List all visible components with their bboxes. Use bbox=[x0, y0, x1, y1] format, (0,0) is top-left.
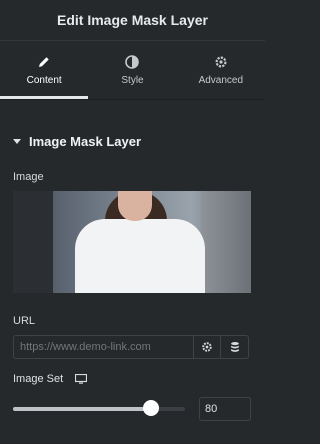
image-mask-section: Image Mask Layer Image URL Image Set bbox=[0, 134, 265, 421]
tab-style[interactable]: Style bbox=[88, 41, 176, 99]
caret-down-icon bbox=[13, 139, 21, 144]
image-set-label: Image Set bbox=[13, 373, 64, 385]
tab-advanced[interactable]: Advanced bbox=[177, 41, 265, 99]
tab-bar: Content Style Advanced bbox=[0, 41, 265, 100]
pencil-icon bbox=[39, 56, 49, 67]
database-icon bbox=[230, 342, 239, 352]
gear-icon bbox=[202, 342, 212, 352]
gear-icon bbox=[215, 55, 227, 68]
image-set-row: Image Set bbox=[13, 373, 252, 385]
tab-advanced-label: Advanced bbox=[198, 74, 244, 86]
url-settings-button[interactable] bbox=[193, 335, 221, 359]
section-title: Image Mask Layer bbox=[29, 134, 142, 149]
slider-fill bbox=[13, 407, 151, 411]
image-preview[interactable] bbox=[13, 191, 251, 293]
tab-content[interactable]: Content bbox=[0, 41, 89, 99]
url-label: URL bbox=[13, 315, 36, 327]
tab-content-label: Content bbox=[26, 74, 62, 86]
dynamic-tags-button[interactable] bbox=[221, 335, 249, 359]
slider-thumb[interactable] bbox=[142, 400, 159, 416]
image-set-value-input[interactable] bbox=[199, 397, 251, 421]
panel-header: Edit Image Mask Layer bbox=[0, 0, 265, 41]
slider-track[interactable] bbox=[13, 400, 185, 416]
url-input[interactable] bbox=[13, 335, 193, 359]
image-label: Image bbox=[13, 171, 44, 183]
panel-title: Edit Image Mask Layer bbox=[57, 12, 208, 28]
half-circle-icon bbox=[125, 54, 140, 69]
tab-style-label: Style bbox=[121, 74, 144, 86]
url-row bbox=[13, 335, 252, 359]
desktop-icon[interactable] bbox=[75, 373, 88, 385]
image-set-slider-row bbox=[13, 397, 252, 421]
section-header[interactable]: Image Mask Layer bbox=[13, 134, 252, 149]
